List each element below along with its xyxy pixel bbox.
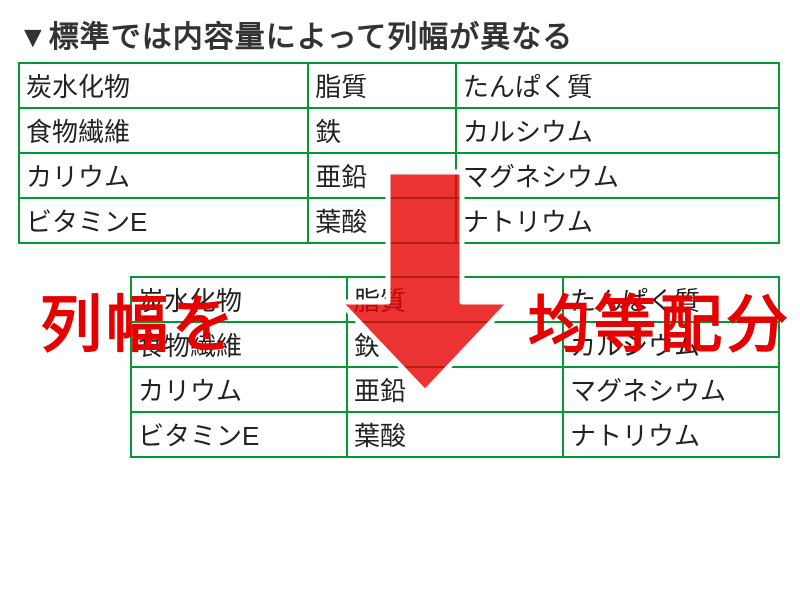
- table-row: ビタミンE 葉酸 ナトリウム: [19, 198, 779, 243]
- top-table: 炭水化物 脂質 たんぱく質 食物繊維 鉄 カルシウム カリウム 亜鉛 マグネシウ…: [18, 62, 780, 244]
- table-row: カリウム 亜鉛 マグネシウム: [19, 153, 779, 198]
- table-row: カリウム 亜鉛 マグネシウム: [131, 367, 779, 412]
- table-cell: ナトリウム: [456, 198, 779, 243]
- table-cell: ビタミンE: [131, 412, 347, 457]
- table-cell: 葉酸: [347, 412, 563, 457]
- table-cell: 鉄: [308, 108, 456, 153]
- table-cell: カリウム: [19, 153, 308, 198]
- table-cell: 食物繊維: [19, 108, 308, 153]
- table-cell: 亜鉛: [347, 367, 563, 412]
- table-cell: たんぱく質: [456, 63, 779, 108]
- table-cell: マグネシウム: [456, 153, 779, 198]
- heading-text: ▼標準では内容量によって列幅が異なる: [18, 12, 782, 56]
- table-cell: ナトリウム: [563, 412, 779, 457]
- table-row: 食物繊維 鉄 カルシウム: [19, 108, 779, 153]
- table-cell: 亜鉛: [308, 153, 456, 198]
- table-row: 炭水化物 脂質 たんぱく質: [19, 63, 779, 108]
- emphasis-right-text: 均等配分: [528, 274, 792, 364]
- table-row: ビタミンE 葉酸 ナトリウム: [131, 412, 779, 457]
- table-cell: 葉酸: [308, 198, 456, 243]
- table-cell: カリウム: [131, 367, 347, 412]
- emphasis-left-text: 列幅を: [40, 274, 238, 364]
- table-cell: マグネシウム: [563, 367, 779, 412]
- table-cell: 炭水化物: [19, 63, 308, 108]
- table-cell: カルシウム: [456, 108, 779, 153]
- table-cell: ビタミンE: [19, 198, 308, 243]
- table-cell: 脂質: [308, 63, 456, 108]
